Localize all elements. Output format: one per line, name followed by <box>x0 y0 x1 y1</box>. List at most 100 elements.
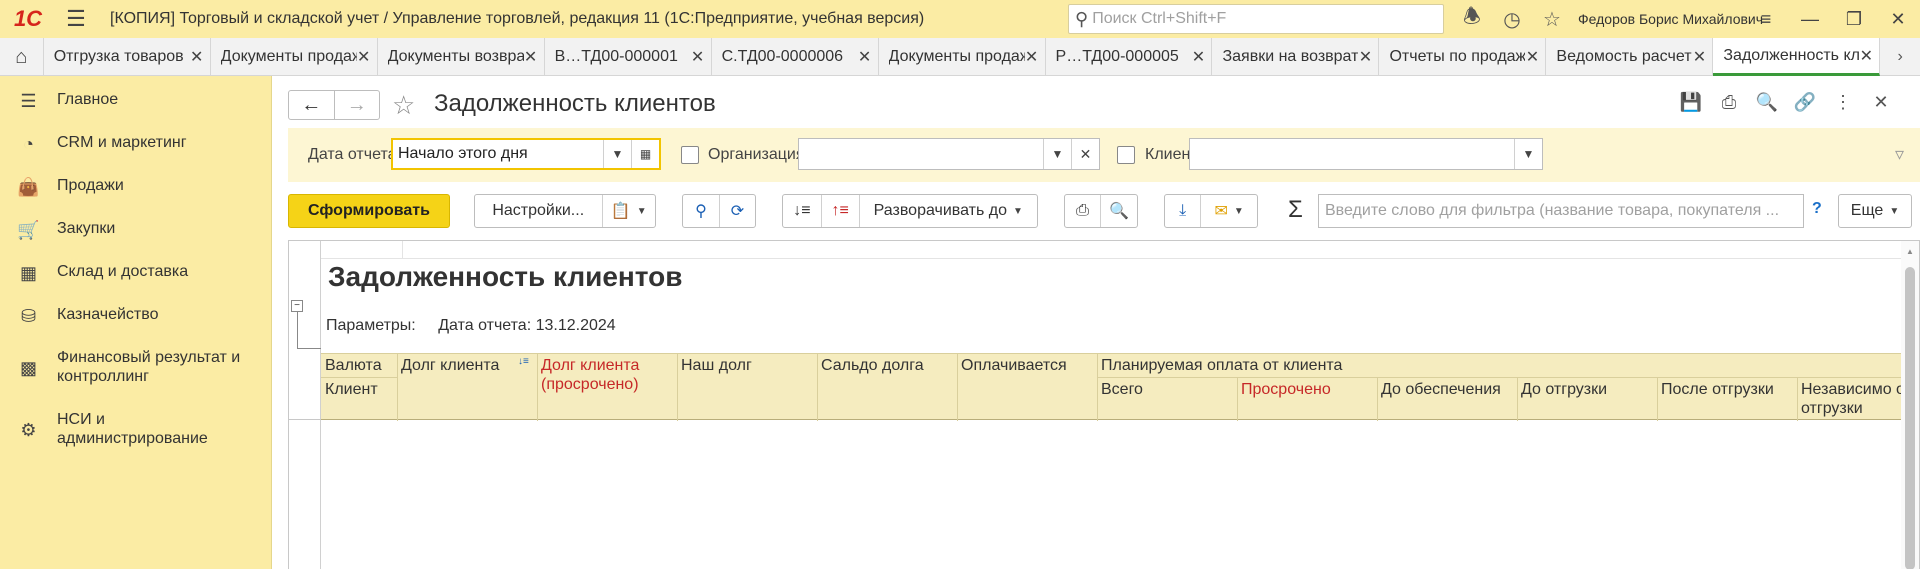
link-icon[interactable]: 🔗 <box>1786 92 1824 113</box>
forward-arrow-icon[interactable]: → <box>333 91 380 119</box>
minimize-icon[interactable]: — <box>1788 0 1832 38</box>
sidebar-item-purchases[interactable]: 🛒 Закупки <box>0 219 272 241</box>
scroll-up-icon[interactable]: ▲ <box>1906 247 1914 256</box>
scrollbar-thumb[interactable] <box>1905 267 1915 569</box>
bell-icon[interactable]: 🕭 <box>1452 0 1492 38</box>
collapse-group-icon[interactable]: − <box>291 300 303 312</box>
preview-icon[interactable]: 🔍 <box>1748 92 1786 113</box>
tab-7[interactable]: Заявки на возврат ✕ <box>1212 38 1380 76</box>
date-field[interactable]: Начало этого дня ▼ ▦ <box>391 138 661 170</box>
sidebar-item-treasury[interactable]: ⛁ Казначейство <box>0 305 272 327</box>
email-dropdown[interactable]: ✉ ▼ <box>1200 195 1257 227</box>
col-paying[interactable]: Оплачивается <box>961 356 1067 375</box>
tab-close-icon[interactable]: ✕ <box>357 47 371 67</box>
print-preview-icon[interactable]: 🔍 <box>1100 195 1137 227</box>
tab-close-icon[interactable]: ✕ <box>1025 47 1039 67</box>
date-value[interactable]: Начало этого дня <box>393 145 603 163</box>
sidebar-item-main[interactable]: ☰ Главное <box>0 90 272 112</box>
favorite-star-icon[interactable]: ☆ <box>392 90 415 121</box>
dropdown-icon[interactable]: ▼ <box>1514 139 1542 169</box>
col-after-shipment[interactable]: После отгрузки <box>1661 380 1774 399</box>
tab-close-icon[interactable]: ✕ <box>691 47 705 67</box>
home-icon[interactable]: ⌂ <box>0 38 44 76</box>
menu-icon[interactable]: ☰ <box>56 0 96 38</box>
client-checkbox[interactable] <box>1117 146 1135 164</box>
back-arrow-icon[interactable]: ← <box>289 91 334 119</box>
col-independent-of-shipment[interactable]: Независимо от отгрузки <box>1801 380 1903 418</box>
client-field[interactable]: ▼ <box>1189 138 1543 170</box>
col-total[interactable]: Всего <box>1101 380 1143 399</box>
tab-1[interactable]: Документы продаж ✕ <box>211 38 378 76</box>
more-button[interactable]: Еще ▼ <box>1838 194 1912 228</box>
current-user[interactable]: Федоров Борис Михайлович <box>1578 0 1763 38</box>
generate-button[interactable]: Сформировать <box>288 194 450 228</box>
tab-4[interactable]: С.ТД00-0000006 ✕ <box>712 38 879 76</box>
col-currency[interactable]: Валюта <box>325 356 382 375</box>
tab-2[interactable]: Документы возврата✕ <box>378 38 545 76</box>
sidebar-item-warehouse[interactable]: ▦ Склад и доставка <box>0 262 272 284</box>
find-icon[interactable]: ⚲ <box>683 195 719 227</box>
filter-icon[interactable]: ▿ <box>1895 144 1904 165</box>
clear-icon[interactable]: ✕ <box>1071 139 1099 169</box>
tab-0[interactable]: Отгрузка товаров ✕ <box>44 38 211 76</box>
col-planned-payment[interactable]: Планируемая оплата от клиента <box>1101 356 1342 375</box>
history-icon[interactable]: ◷ <box>1492 0 1532 38</box>
tab-close-icon[interactable]: ✕ <box>1525 47 1539 67</box>
favorites-star-icon[interactable]: ☆ <box>1532 0 1572 38</box>
report-filter-input[interactable]: Введите слово для фильтра (название това… <box>1318 194 1804 228</box>
tab-6[interactable]: Р…ТД00-000005 ✕ <box>1046 38 1213 76</box>
col-our-debt[interactable]: Наш долг <box>681 356 752 375</box>
report-scrollbar[interactable]: ▲ <box>1901 241 1919 569</box>
sort-desc-icon[interactable]: ↓≡ <box>518 356 529 367</box>
tab-close-icon[interactable]: ✕ <box>1692 47 1706 67</box>
tab-5[interactable]: Документы продаж ✕ <box>879 38 1046 76</box>
sum-icon[interactable]: Σ <box>1288 196 1303 224</box>
tab-8[interactable]: Отчеты по продажам✕ <box>1379 38 1547 76</box>
tab-close-icon[interactable]: ✕ <box>1191 47 1205 67</box>
print-icon[interactable]: ⎙ <box>1710 92 1748 113</box>
variants-dropdown[interactable]: 📋 ▼ <box>601 195 656 227</box>
sort-desc-icon[interactable]: ↓≡ <box>783 195 821 227</box>
tabs-scroll-right-icon[interactable]: › <box>1880 38 1920 76</box>
settings-button[interactable]: Настройки... <box>475 195 602 227</box>
find-next-icon[interactable]: ⟳ <box>718 195 755 227</box>
tab-close-icon[interactable]: ✕ <box>1358 47 1372 67</box>
organization-field[interactable]: ▼ ✕ <box>798 138 1100 170</box>
tab-close-icon[interactable]: ✕ <box>524 47 538 67</box>
dropdown-icon[interactable]: ▼ <box>603 140 631 168</box>
sidebar-item-admin[interactable]: ⚙ НСИ и администрирование <box>0 410 272 448</box>
settings-lines-icon[interactable]: ≡ <box>1744 0 1788 38</box>
col-overdue-debt[interactable]: Долг клиента (просрочено) <box>541 356 639 394</box>
restore-icon[interactable]: ❐ <box>1832 0 1876 38</box>
calendar-icon[interactable]: ▦ <box>631 140 659 168</box>
save-icon[interactable]: 💾 <box>1672 92 1710 113</box>
tab-close-icon[interactable]: ✕ <box>858 47 872 67</box>
sidebar-item-sales[interactable]: 👜 Продажи <box>0 176 272 198</box>
tab-10-active[interactable]: Задолженность клиентов✕ <box>1713 38 1881 76</box>
col-debt[interactable]: Долг клиента <box>401 356 499 375</box>
col-before-security[interactable]: До обеспечения <box>1381 380 1501 399</box>
col-overdue[interactable]: Просрочено <box>1241 380 1331 399</box>
tab-close-icon[interactable]: ✕ <box>190 47 204 67</box>
sort-asc-icon[interactable]: ↑≡ <box>820 195 859 227</box>
more-vertical-icon[interactable]: ⋮ <box>1824 92 1862 113</box>
col-balance[interactable]: Сальдо долга <box>821 356 924 375</box>
col-client[interactable]: Клиент <box>325 380 378 399</box>
close-window-icon[interactable]: ✕ <box>1876 0 1920 38</box>
report-spreadsheet[interactable]: − Задолженность клиентов Параметры: Дата… <box>288 240 1920 569</box>
expand-to-button[interactable]: Разворачивать до ▼ <box>858 195 1037 227</box>
dropdown-icon[interactable]: ▼ <box>1043 139 1071 169</box>
help-icon[interactable]: ? <box>1812 200 1822 218</box>
sidebar-item-crm[interactable]: ◔ CRM и маркетинг <box>0 133 272 155</box>
download-icon[interactable]: ⤓ <box>1165 195 1200 227</box>
col-before-shipment[interactable]: До отгрузки <box>1521 380 1607 399</box>
global-search-input[interactable]: ⚲ Поиск Ctrl+Shift+F <box>1068 4 1444 34</box>
print-report-icon[interactable]: ⎙ <box>1065 195 1100 227</box>
tab-close-icon[interactable]: ✕ <box>1859 46 1873 66</box>
search-button-group: ⚲ ⟳ <box>682 194 756 228</box>
organization-checkbox[interactable] <box>681 146 699 164</box>
tab-3[interactable]: В…ТД00-000001 ✕ <box>545 38 712 76</box>
tab-9[interactable]: Ведомость расчетов✕ <box>1546 38 1714 76</box>
close-form-icon[interactable]: ✕ <box>1862 92 1900 113</box>
sidebar-item-finance[interactable]: ▩ Финансовый результат и контроллинг <box>0 348 272 386</box>
